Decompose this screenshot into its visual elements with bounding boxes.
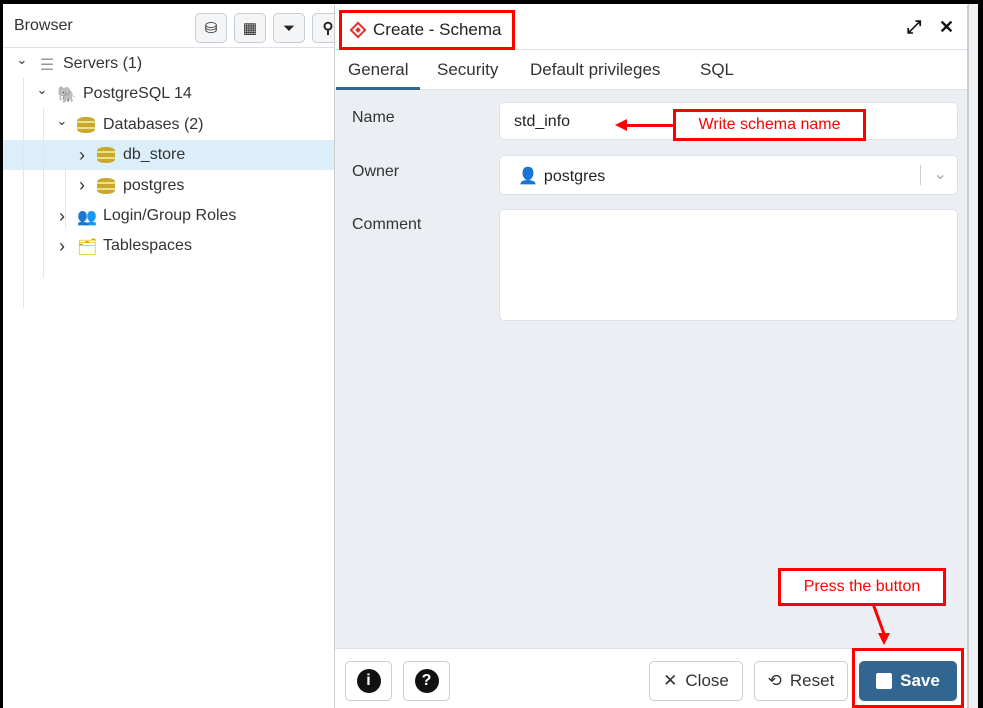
create-schema-dialog: Create - Schema ⤢ ✕ General Security Def… <box>334 5 968 708</box>
database-icon <box>77 116 95 133</box>
chevron-right-icon[interactable]: › <box>75 145 89 166</box>
close-button[interactable]: ✕ Close <box>649 661 743 701</box>
owner-value: postgres <box>543 168 606 185</box>
save-button[interactable]: Save <box>859 661 957 701</box>
tree-guide-line <box>23 78 24 308</box>
save-label: Save <box>900 671 940 690</box>
browser-header: Browser ⛁ ▦ ⏷ ⚲ <box>3 4 344 48</box>
tab-general[interactable]: General <box>336 50 421 90</box>
help-icon: ? <box>414 669 439 693</box>
chevron-down-icon[interactable]: ⌄ <box>35 82 49 98</box>
filter-rows-button[interactable]: ⏷ <box>273 13 305 43</box>
table-icon: ▦ <box>242 20 258 37</box>
info-icon: i <box>356 669 381 693</box>
tree-item-label: db_store <box>123 146 186 164</box>
roles-icon: 👥 <box>77 209 97 226</box>
owner-label: Owner <box>352 163 400 180</box>
maximize-icon[interactable]: ⤢ <box>907 17 921 38</box>
tree-item-label: Databases (2) <box>103 115 204 133</box>
tab-security[interactable]: Security <box>425 50 510 90</box>
search-icon: ⚲ <box>322 20 334 37</box>
tree-item[interactable]: ⌄ Databases (2) <box>3 110 334 140</box>
annotation-arrowhead <box>878 633 890 645</box>
dialog-tabs: General Security Default privileges SQL <box>335 50 967 90</box>
close-icon[interactable]: ✕ <box>939 17 954 38</box>
tree-item-label: Tablespaces <box>103 237 192 255</box>
app-window: Browser ⛁ ▦ ⏷ ⚲ ⌄ ☰ Servers (1) ⌄ 🐘 PostgreSQ… <box>3 4 978 708</box>
tree-item[interactable]: ⌄ ☰ Servers (1) <box>3 49 334 79</box>
info-button[interactable]: i <box>345 661 392 701</box>
folder-icon: 🗂 <box>77 239 98 257</box>
servers-icon: ☰ <box>39 57 55 74</box>
help-button[interactable]: ? <box>403 661 450 701</box>
tree-item-label: Servers (1) <box>63 55 143 72</box>
save-annotation: Press the button <box>778 568 946 606</box>
tab-default-privileges[interactable]: Default privileges <box>518 50 672 90</box>
tree-item-label: postgres <box>123 176 185 194</box>
query-tool-button[interactable]: ⛁ <box>195 13 227 43</box>
background-panel <box>968 4 978 708</box>
close-label: Close <box>685 671 729 690</box>
chevron-down-icon[interactable]: ⌄ <box>934 164 947 184</box>
save-icon <box>876 673 893 689</box>
tree-item-label: Login/Group Roles <box>103 207 237 224</box>
dialog-footer: i ? ✕ Close ⟲ Reset Save <box>335 648 967 708</box>
dialog-title-text: Create - Schema <box>373 20 502 39</box>
owner-select[interactable]: 👤 postgres ⌄ <box>499 155 958 195</box>
schema-icon <box>349 21 367 39</box>
tree-item[interactable]: ⌄ 🐘 PostgreSQL 14 <box>3 79 334 109</box>
comment-textarea[interactable] <box>499 209 958 321</box>
browser-title: Browser <box>14 17 73 34</box>
dialog-title: Create - Schema <box>339 10 515 50</box>
tree-item[interactable]: › db_store <box>3 140 334 171</box>
name-label: Name <box>352 109 395 126</box>
browser-panel: Browser ⛁ ▦ ⏷ ⚲ ⌄ ☰ Servers (1) ⌄ 🐘 PostgreSQ… <box>3 4 344 708</box>
database-icon <box>97 147 115 164</box>
annotation-arrowhead <box>615 119 627 131</box>
chevron-down-icon[interactable]: ⌄ <box>55 113 69 129</box>
chevron-right-icon[interactable]: › <box>55 236 69 257</box>
filter-table-icon: ⏷ <box>282 19 295 37</box>
tree-guide-line <box>43 108 44 278</box>
database-query-icon: ⛁ <box>204 20 218 37</box>
user-icon: 👤 <box>518 168 538 185</box>
close-icon: ✕ <box>663 671 678 690</box>
tree-guide-line <box>65 168 66 228</box>
elephant-icon: 🐘 <box>57 87 77 105</box>
view-data-button[interactable]: ▦ <box>234 13 266 43</box>
database-icon <box>97 177 115 194</box>
reset-button[interactable]: ⟲ Reset <box>754 661 848 701</box>
reset-icon: ⟲ <box>767 671 782 690</box>
chevron-down-icon[interactable]: ⌄ <box>15 52 29 68</box>
tree-item-label: PostgreSQL 14 <box>83 85 192 103</box>
comment-label: Comment <box>352 216 422 233</box>
dropdown-separator <box>920 165 921 185</box>
chevron-right-icon[interactable]: › <box>75 175 89 196</box>
tab-sql[interactable]: SQL <box>688 50 746 90</box>
name-annotation: Write schema name <box>673 109 866 141</box>
dialog-header: Create - Schema ⤢ ✕ <box>335 5 967 50</box>
tree-item[interactable]: › 🗂 Tablespaces <box>3 231 334 261</box>
name-value: std_info <box>514 113 571 130</box>
chevron-right-icon[interactable]: › <box>55 206 69 227</box>
reset-label: Reset <box>789 671 835 690</box>
tree-item[interactable]: › postgres <box>3 171 334 201</box>
annotation-arrow <box>625 124 673 127</box>
tree-item[interactable]: › 👥 Login/Group Roles <box>3 201 334 231</box>
